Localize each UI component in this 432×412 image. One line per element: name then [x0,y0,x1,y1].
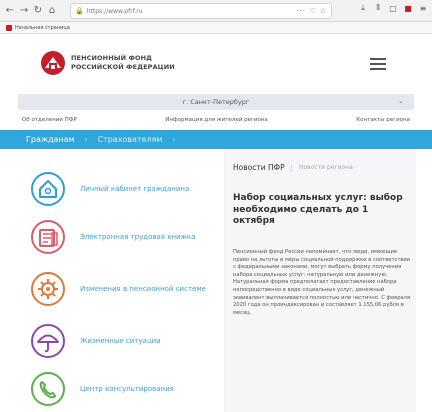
news-tabs: Новости ПФР | Новости региона [233,163,353,172]
browser-toolbar: ← → ↻ ⌂ 🔒 https://www.pfrf.ru ··· ♡ ☆ ⤓ … [0,0,432,22]
bookmarks-bar: Начальная страница [0,22,432,34]
service-personal-account[interactable]: Личный кабинет гражданина [30,171,210,207]
home-icon [30,171,66,207]
extension-icon[interactable]: ■ [403,4,413,13]
url-bar[interactable]: 🔒 https://www.pfrf.ru ··· ♡ ☆ [70,3,332,19]
phone-icon [30,371,66,407]
site-page: ПЕНСИОННЫЙ ФОНД РОССИЙСКОЙ ФЕДЕРАЦИИ г. … [0,34,432,412]
service-label: Электронная трудовая книжка [80,233,196,241]
umbrella-icon [30,323,66,359]
tab-citizens[interactable]: Гражданам › [26,135,97,144]
gear-icon [30,271,66,307]
downloads-icon[interactable]: ⤓ [358,3,368,13]
chevron-down-icon: ⌄ [398,97,404,105]
region-selector[interactable]: г. Санкт-Петербург ⌄ [18,94,414,110]
chevron-right-icon: › [84,135,88,144]
bookmark-start-page[interactable]: Начальная страница [15,25,70,31]
services-list: Личный кабинет гражданина Электронная тр… [0,149,222,412]
service-pension-changes[interactable]: Изменения в пенсионной системе [30,271,210,307]
site-header: ПЕНСИОННЫЙ ФОНД РОССИЙСКОЙ ФЕДЕРАЦИИ [0,34,432,92]
home-browser-icon[interactable]: ⌂ [46,3,58,19]
logo-line1: ПЕНСИОННЫЙ ФОНД [71,54,153,62]
main-content: Личный кабинет гражданина Электронная тр… [0,149,432,412]
news-body: Пенсионный фонд России напоминает, что л… [233,249,411,316]
back-icon[interactable]: ← [4,3,16,19]
region-subnav: Об отделении ПФР Информация для жителей … [18,113,414,127]
region-label: г. Санкт-Петербург [182,98,250,106]
news-tab-divider: | [290,163,293,172]
service-label: Жизненные ситуации [80,337,161,345]
audience-tabs: Гражданам › Страхователям › [0,130,432,149]
url-text: https://www.pfrf.ru [86,7,143,15]
forward-icon[interactable]: → [18,3,30,19]
subnav-info[interactable]: Информация для жителей региона [165,117,268,123]
library-icon[interactable]: ⫴ [373,3,383,13]
menu-icon[interactable]: ≡ [418,4,428,13]
browser-extensions: ⤓ ⫴ ▢ ■ ≡ [358,3,428,13]
hamburger-menu-icon[interactable] [370,58,386,70]
tab-insurers[interactable]: Страхователям › [97,135,185,144]
logo-text: ПЕНСИОННЫЙ ФОНД РОССИЙСКОЙ ФЕДЕРАЦИИ [71,54,175,72]
reader-icon[interactable]: ▢ [388,4,398,13]
service-work-book[interactable]: Электронная трудовая книжка [30,219,210,255]
service-life-situations[interactable]: Жизненные ситуации [30,323,210,359]
service-label: Изменения в пенсионной системе [80,285,206,293]
service-label: Личный кабинет гражданина [80,185,190,193]
logo-line2: РОССИЙСКОЙ ФЕДЕРАЦИИ [71,63,175,71]
news-panel: Новости ПФР | Новости региона Набор соци… [224,149,416,412]
lock-icon: 🔒 [75,7,84,15]
news-headline[interactable]: Набор социальных услуг: выбор необходимо… [233,193,413,228]
pfr-logo[interactable]: ПЕНСИОННЫЙ ФОНД РОССИЙСКОЙ ФЕДЕРАЦИИ [40,50,175,76]
service-label: Центр консультирования [80,385,174,393]
news-tab-pfr[interactable]: Новости ПФР [233,163,285,172]
service-consult-center[interactable]: Центр консультирования [30,371,210,407]
subnav-about[interactable]: Об отделении ПФР [22,117,77,123]
chevron-right-icon: › [172,135,176,144]
tab-citizens-label: Гражданам [26,135,75,144]
subnav-contacts[interactable]: Контакты региона [356,117,410,123]
bookmark-favicon [6,24,12,31]
news-tab-region[interactable]: Новости региона [299,164,353,171]
tab-insurers-label: Страхователям [97,135,163,144]
page-actions-icon[interactable]: ··· ♡ ☆ [296,7,327,15]
pfr-logo-icon [40,50,66,76]
reload-icon[interactable]: ↻ [32,3,44,19]
book-icon [30,219,66,255]
